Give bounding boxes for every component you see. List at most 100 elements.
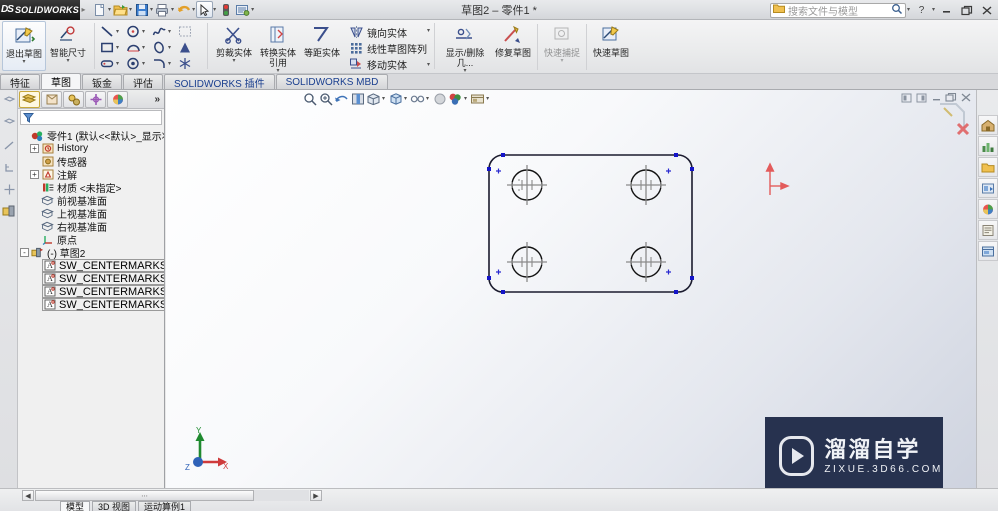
arc-tool[interactable]: ▾ xyxy=(125,39,151,55)
tree-item-history[interactable]: + History xyxy=(20,142,164,155)
plane-tool[interactable] xyxy=(177,55,203,71)
design-library-icon[interactable] xyxy=(977,136,998,156)
status-tab-model[interactable]: 模型 xyxy=(60,501,91,511)
smart-dimension-button[interactable]: 智能尺寸 ▾ xyxy=(46,21,90,71)
sw-forum-icon[interactable] xyxy=(977,241,998,261)
sketch-text-tool[interactable] xyxy=(177,39,203,55)
display-manager-tab[interactable] xyxy=(107,90,128,108)
quick-snaps-dropdown-icon[interactable]: ▾ xyxy=(561,58,564,64)
view-palette-icon[interactable] xyxy=(977,178,998,198)
configuration-manager-tab[interactable] xyxy=(63,90,84,108)
appearances-scenes-icon[interactable] xyxy=(977,199,998,219)
tree-horizontal-scrollbar[interactable]: ◀ ⋯ ▶ xyxy=(22,490,322,501)
plane-strip-icon[interactable] xyxy=(0,90,18,112)
watermark-text: 溜溜自学 ZIXUE.3D66.COM xyxy=(824,437,943,475)
tab-evaluate[interactable]: 评估 xyxy=(123,74,163,90)
solidworks-resources-icon[interactable] xyxy=(977,115,998,135)
line-dropdown-icon[interactable]: ▾ xyxy=(116,28,119,35)
offset-entities-button[interactable]: 等距实体 xyxy=(300,21,344,71)
dimxpert-manager-tab[interactable] xyxy=(85,90,106,108)
custom-properties-icon[interactable] xyxy=(977,220,998,240)
history-expander[interactable]: + xyxy=(30,144,39,153)
graphics-area[interactable]: ▾ ▾ ▾ ▾ ▾ Y X Z 溜溜自学 ZIXUE.3D66.COM xyxy=(166,90,976,488)
tree-item-centermark-2[interactable]: A SW_CENTERMARKSYM xyxy=(42,272,164,285)
sketch2-expander[interactable]: - xyxy=(20,248,29,257)
circle-dropdown-icon[interactable]: ▾ xyxy=(142,28,145,35)
annotations-expander[interactable]: + xyxy=(30,170,39,179)
tree-item-centermark-3[interactable]: A SW_CENTERMARKSYM xyxy=(42,285,164,298)
feature-manager-tab[interactable] xyxy=(19,90,40,108)
trim-entities-button[interactable]: 剪裁实体 ▾ xyxy=(212,21,256,71)
text-tool[interactable] xyxy=(177,23,203,39)
tree-item-centermark-1[interactable]: A SW_CENTERMARKSYM xyxy=(42,259,164,272)
tab-sw-mbd[interactable]: SOLIDWORKS MBD xyxy=(275,74,389,89)
pattern-dropdown-icon-1[interactable]: ▾ xyxy=(427,27,430,35)
tab-sketch[interactable]: 草图 xyxy=(41,73,81,89)
rapid-sketch-icon xyxy=(599,23,623,47)
tree-item-centermark-4[interactable]: A SW_CENTERMARKSYM xyxy=(42,298,164,311)
file-explorer-icon[interactable] xyxy=(977,157,998,177)
trim-entities-dropdown-icon[interactable]: ▾ xyxy=(232,58,235,64)
scroll-right-arrow[interactable]: ▶ xyxy=(310,490,322,501)
scroll-left-arrow[interactable]: ◀ xyxy=(22,490,34,501)
repair-sketch-button[interactable]: 修复草图 xyxy=(491,21,535,71)
plane-strip-icon-2[interactable] xyxy=(0,112,18,134)
tree-item-part[interactable]: 零件1 (默认<<默认>_显示状态 xyxy=(20,129,164,143)
linear-sketch-pattern-item[interactable]: 线性草图阵列 xyxy=(348,40,427,56)
tree-item-sensors[interactable]: 传感器 xyxy=(20,155,164,169)
rectangle-dropdown-icon[interactable]: ▾ xyxy=(116,44,119,51)
ellipse-dropdown-icon[interactable]: ▾ xyxy=(168,44,171,51)
slot-dropdown-icon[interactable]: ▾ xyxy=(116,60,119,67)
sketch-strip-icon[interactable] xyxy=(0,200,18,222)
tab-sheet-metal[interactable]: 钣金 xyxy=(82,74,122,90)
pattern-dropdown-icon-2[interactable]: ▾ xyxy=(427,61,430,69)
spline-tool[interactable]: ▾ xyxy=(151,23,177,39)
minimize-button[interactable] xyxy=(937,2,956,18)
point-tool[interactable]: ▾ xyxy=(125,55,151,71)
display-delete-relations-button[interactable]: 显示/删除几... ▾ xyxy=(439,21,491,74)
move-entities-item[interactable]: 移动实体 xyxy=(348,56,427,72)
restore-button[interactable] xyxy=(957,2,976,18)
tab-features[interactable]: 特征 xyxy=(0,74,40,90)
line-strip-icon[interactable] xyxy=(0,134,18,156)
tree-item-sketch2[interactable]: - (-) 草图2 xyxy=(20,246,164,260)
help-dropdown-icon[interactable]: ▾ xyxy=(932,7,935,13)
status-tab-3d-views[interactable]: 3D 视图 xyxy=(92,501,137,511)
circle-tool[interactable]: ▾ xyxy=(125,23,151,39)
exit-sketch-button[interactable]: 退出草图 ▾ xyxy=(2,21,46,71)
smart-dimension-dropdown-icon[interactable]: ▾ xyxy=(66,58,69,64)
tree-item-right-plane[interactable]: 右视基准面 xyxy=(20,220,164,234)
rectangle-tool[interactable]: ▾ xyxy=(99,39,125,55)
help-button[interactable]: ? xyxy=(912,2,931,18)
search-dropdown-icon[interactable]: ▾ xyxy=(907,7,910,13)
feature-tree-filter[interactable] xyxy=(20,110,162,125)
slot-tool[interactable]: ▾ xyxy=(99,55,125,71)
point-strip-icon[interactable] xyxy=(0,178,18,200)
feature-manager-more-button[interactable]: » xyxy=(154,94,160,105)
convert-entities-button[interactable]: 转换实体引用 ▾ xyxy=(256,21,300,74)
point-dropdown-icon[interactable]: ▾ xyxy=(142,60,145,67)
property-manager-tab[interactable] xyxy=(41,90,62,108)
search-icon[interactable] xyxy=(891,3,903,18)
tree-item-origin[interactable]: 原点 xyxy=(20,233,164,247)
tab-sw-addins[interactable]: SOLIDWORKS 插件 xyxy=(164,74,275,90)
document-view-tabs: 模型 3D 视图 运动算例1 xyxy=(60,501,193,511)
arc-dropdown-icon[interactable]: ▾ xyxy=(142,44,145,51)
search-input[interactable]: 搜索文件与模型 xyxy=(769,2,906,18)
scroll-thumb[interactable]: ⋯ xyxy=(35,490,255,501)
line-tool[interactable]: ▾ xyxy=(99,23,125,39)
quick-snaps-button[interactable]: 快速捕捉 ▾ xyxy=(540,21,584,71)
rapid-sketch-button[interactable]: 快速草图 xyxy=(589,21,633,71)
spline-dropdown-icon[interactable]: ▾ xyxy=(168,28,171,35)
feature-tree: 零件1 (默认<<默认>_显示状态 + History 传感器 + 注解 材质 … xyxy=(18,126,164,488)
feature-manager-panel: » 零件1 (默认<<默认>_显示状态 + History 传感器 + xyxy=(18,90,165,488)
fillet-dropdown-icon[interactable]: ▾ xyxy=(168,60,171,67)
scroll-track[interactable]: ⋯ xyxy=(35,490,309,501)
ellipse-tool[interactable]: ▾ xyxy=(151,39,177,55)
exit-sketch-dropdown-icon[interactable]: ▾ xyxy=(22,59,25,65)
close-button[interactable] xyxy=(977,2,996,18)
mirror-entities-item[interactable]: 镜向实体 xyxy=(348,24,427,40)
origin-strip-icon[interactable] xyxy=(0,156,18,178)
status-tab-motion-study[interactable]: 运动算例1 xyxy=(138,501,192,511)
fillet-tool[interactable]: ▾ xyxy=(151,55,177,71)
